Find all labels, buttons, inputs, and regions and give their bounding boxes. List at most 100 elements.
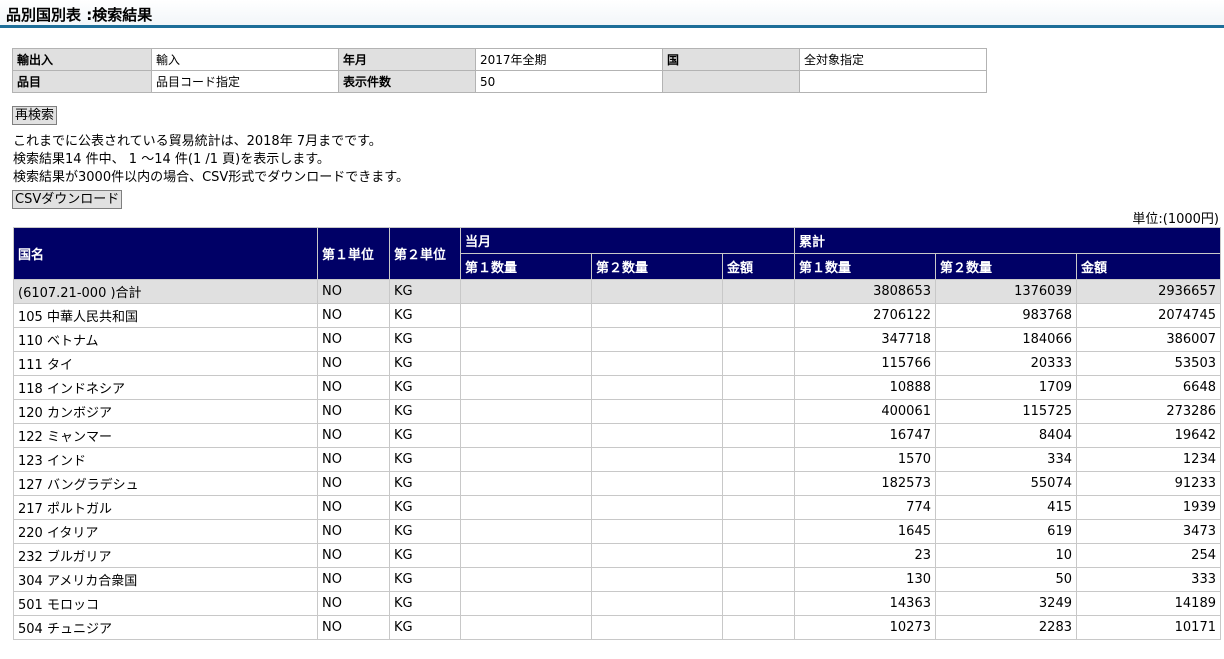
condition-value-item: 品目コード指定	[151, 70, 339, 93]
cell-unit2: KG	[389, 375, 461, 400]
cell-country: 501 モロッコ	[13, 591, 318, 616]
csv-download-button[interactable]: CSVダウンロード	[12, 190, 123, 209]
cell-unit2: KG	[389, 423, 461, 448]
cell-country: 127 バングラデシュ	[13, 471, 318, 496]
cell-cum-qty1: 1645	[794, 519, 936, 544]
cell-month-qty2	[591, 591, 723, 616]
cell-month-qty2	[591, 327, 723, 352]
table-row: 105 中華人民共和国 NO KG 2706122 983768 2074745	[13, 303, 1221, 328]
cell-cum-amount: 2074745	[1076, 303, 1221, 328]
cell-month-amount	[722, 279, 795, 304]
cell-month-amount	[722, 471, 795, 496]
cell-cum-amount: 91233	[1076, 471, 1221, 496]
cell-month-qty1	[460, 351, 592, 376]
cell-cum-amount: 1234	[1076, 447, 1221, 472]
condition-label-empty	[662, 70, 800, 93]
cell-country: 504 チュニジア	[13, 615, 318, 640]
unit-label: 単位:(1000円)	[1132, 212, 1219, 227]
cell-month-qty2	[591, 495, 723, 520]
cell-country: 304 アメリカ合衆国	[13, 567, 318, 592]
condition-label-item: 品目	[12, 70, 152, 93]
col-header-cum-amount: 金額	[1076, 253, 1221, 280]
cell-unit2: KG	[389, 399, 461, 424]
condition-value-country: 全対象指定	[799, 48, 987, 71]
cell-country: 105 中華人民共和国	[13, 303, 318, 328]
cell-cum-qty2: 334	[935, 447, 1077, 472]
cell-month-qty1	[460, 399, 592, 424]
cell-cum-qty1: 10273	[794, 615, 936, 640]
research-button[interactable]: 再検索	[12, 106, 58, 125]
cell-country: 120 カンボジア	[13, 399, 318, 424]
search-conditions-table: 輸出入 輸入 年月 2017年全期 国 全対象指定 品目 品目コード指定 表示件…	[12, 48, 987, 93]
cell-month-amount	[722, 375, 795, 400]
condition-row: 品目 品目コード指定 表示件数 50	[12, 70, 987, 93]
cell-month-qty2	[591, 375, 723, 400]
info-line-publication: これまでに公表されている貿易統計は、2018年 7月までです。	[13, 134, 382, 149]
cell-cum-qty2: 20333	[935, 351, 1077, 376]
cell-country: 232 ブルガリア	[13, 543, 318, 568]
table-row: 217 ポルトガル NO KG 774 415 1939	[13, 495, 1221, 520]
cell-unit1: NO	[317, 567, 390, 592]
cell-cum-amount: 254	[1076, 543, 1221, 568]
table-row: 118 インドネシア NO KG 10888 1709 6648	[13, 375, 1221, 400]
cell-cum-qty1: 16747	[794, 423, 936, 448]
cell-month-amount	[722, 495, 795, 520]
cell-cum-amount: 2936657	[1076, 279, 1221, 304]
cell-cum-qty1: 774	[794, 495, 936, 520]
cell-cum-amount: 273286	[1076, 399, 1221, 424]
cell-cum-qty1: 14363	[794, 591, 936, 616]
cell-cum-qty2: 10	[935, 543, 1077, 568]
cell-unit2: KG	[389, 615, 461, 640]
cell-unit2: KG	[389, 543, 461, 568]
cell-month-amount	[722, 351, 795, 376]
table-row: 504 チュニジア NO KG 10273 2283 10171	[13, 615, 1221, 640]
cell-unit2: KG	[389, 279, 461, 304]
cell-month-amount	[722, 615, 795, 640]
cell-month-amount	[722, 399, 795, 424]
cell-month-qty2	[591, 567, 723, 592]
table-row: 304 アメリカ合衆国 NO KG 130 50 333	[13, 567, 1221, 592]
page-title: 品別国別表 :検索結果	[0, 0, 1224, 28]
cell-cum-qty2: 983768	[935, 303, 1077, 328]
cell-month-qty2	[591, 543, 723, 568]
cell-month-qty1	[460, 327, 592, 352]
cell-cum-qty2: 1709	[935, 375, 1077, 400]
cell-month-qty2	[591, 303, 723, 328]
cell-country: (6107.21-000 )合計	[13, 279, 318, 304]
cell-unit2: KG	[389, 591, 461, 616]
table-row: 232 ブルガリア NO KG 23 10 254	[13, 543, 1221, 568]
col-header-cum-qty2: 第２数量	[935, 253, 1077, 280]
cell-cum-qty1: 182573	[794, 471, 936, 496]
cell-unit1: NO	[317, 471, 390, 496]
cell-cum-qty1: 1570	[794, 447, 936, 472]
cell-month-qty2	[591, 279, 723, 304]
cell-country: 220 イタリア	[13, 519, 318, 544]
col-header-unit2: 第２単位	[389, 227, 461, 280]
cell-unit1: NO	[317, 519, 390, 544]
cell-cum-qty1: 10888	[794, 375, 936, 400]
cell-cum-amount: 14189	[1076, 591, 1221, 616]
cell-cum-amount: 3473	[1076, 519, 1221, 544]
cell-unit2: KG	[389, 471, 461, 496]
col-header-month-qty2: 第２数量	[591, 253, 723, 280]
cell-month-amount	[722, 303, 795, 328]
cell-month-qty2	[591, 351, 723, 376]
cell-country: 217 ポルトガル	[13, 495, 318, 520]
cell-cum-qty1: 130	[794, 567, 936, 592]
cell-unit1: NO	[317, 447, 390, 472]
info-line-csv-note: 検索結果が3000件以内の場合、CSV形式でダウンロードできます。	[13, 170, 410, 185]
col-header-cumulative: 累計	[794, 227, 1221, 254]
cell-country: 118 インドネシア	[13, 375, 318, 400]
cell-cum-qty2: 415	[935, 495, 1077, 520]
cell-unit1: NO	[317, 543, 390, 568]
results-header-row: 国名 第１単位 第２単位 当月 累計	[13, 227, 1221, 280]
cell-month-qty1	[460, 303, 592, 328]
cell-cum-qty2: 2283	[935, 615, 1077, 640]
table-row: 122 ミャンマー NO KG 16747 8404 19642	[13, 423, 1221, 448]
cell-month-qty2	[591, 423, 723, 448]
cell-month-qty1	[460, 471, 592, 496]
col-header-unit1: 第１単位	[317, 227, 390, 280]
cell-month-amount	[722, 519, 795, 544]
cell-cum-qty1: 400061	[794, 399, 936, 424]
cell-cum-amount: 53503	[1076, 351, 1221, 376]
